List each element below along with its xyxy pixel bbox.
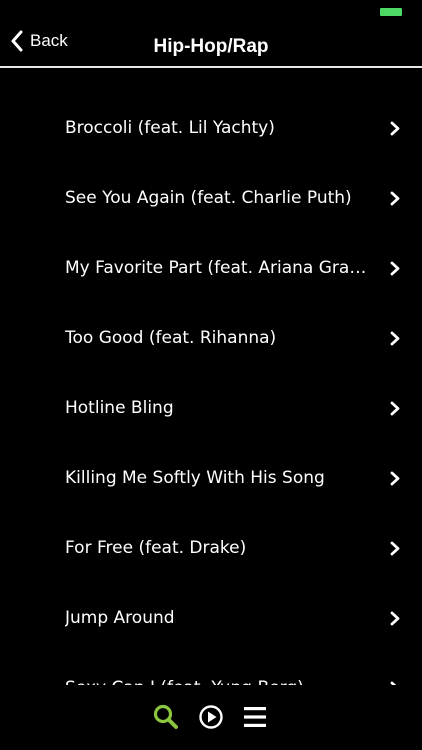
page-title: Hip-Hop/Rap [153, 36, 269, 57]
tab-search[interactable] [152, 703, 180, 731]
song-title: Killing Me Softly With His Song [65, 468, 325, 488]
song-title: My Favorite Part (feat. Ariana Grande) [65, 258, 377, 278]
song-row[interactable]: Too Good (feat. Rihanna) [0, 303, 422, 373]
song-row[interactable]: See You Again (feat. Charlie Puth) [0, 163, 422, 233]
status-bar [0, 0, 422, 22]
song-row[interactable]: For Free (feat. Drake) [0, 513, 422, 583]
menu-icon [244, 707, 266, 727]
chevron-right-icon [390, 541, 400, 556]
navigation-bar: Back Hip-Hop/Rap [0, 22, 422, 68]
search-icon [153, 704, 178, 729]
chevron-right-icon [390, 331, 400, 346]
chevron-right-icon [390, 191, 400, 206]
song-title: See You Again (feat. Charlie Puth) [65, 188, 352, 208]
song-title: Broccoli (feat. Lil Yachty) [65, 118, 275, 138]
song-title: Hotline Bling [65, 398, 174, 418]
chevron-right-icon [390, 681, 397, 685]
battery-icon [380, 8, 402, 16]
song-list[interactable]: Broccoli (feat. Lil Yachty) See You Agai… [0, 93, 422, 685]
song-row[interactable]: Hotline Bling [0, 373, 422, 443]
song-row[interactable]: Sexy Can I (feat. Yung Berg) [0, 653, 422, 685]
chevron-right-icon [390, 611, 400, 626]
song-row[interactable]: Killing Me Softly With His Song [0, 443, 422, 513]
tab-bar [0, 695, 422, 739]
chevron-right-icon [390, 121, 400, 136]
song-title: Jump Around [65, 608, 175, 628]
chevron-right-icon [390, 401, 400, 416]
tab-now-playing[interactable] [197, 703, 225, 731]
chevron-right-icon [390, 261, 400, 276]
tab-menu[interactable] [242, 703, 270, 731]
chevron-right-icon [390, 471, 400, 486]
song-title: Sexy Can I (feat. Yung Berg) [65, 677, 377, 685]
song-title: For Free (feat. Drake) [65, 538, 247, 558]
song-title: Too Good (feat. Rihanna) [65, 328, 277, 348]
play-circle-icon [199, 705, 223, 729]
song-row[interactable]: Broccoli (feat. Lil Yachty) [0, 93, 422, 163]
song-row[interactable]: Jump Around [0, 583, 422, 653]
song-row[interactable]: My Favorite Part (feat. Ariana Grande) [0, 233, 422, 303]
